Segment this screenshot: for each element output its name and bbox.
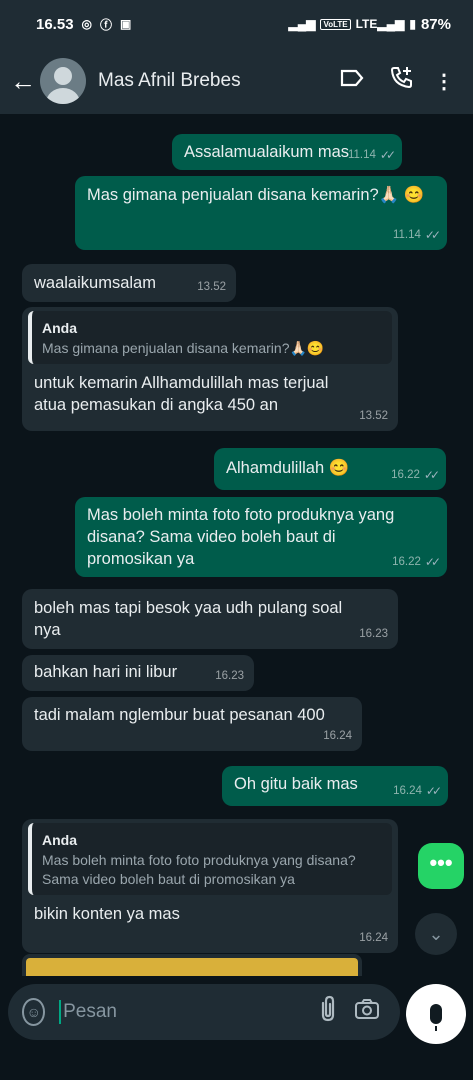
message-time: 16.24	[323, 730, 352, 742]
read-ticks-icon: ✓✓	[379, 148, 396, 162]
message-text: bikin konten ya mas	[34, 905, 180, 923]
message-bubble-incoming[interactable]: Anda Mas boleh minta foto foto produknya…	[22, 819, 398, 953]
message-time: 16.23	[359, 628, 388, 640]
read-ticks-icon: ✓✓	[423, 468, 440, 482]
avatar[interactable]	[40, 58, 86, 104]
contact-name[interactable]: Mas Afnil Brebes	[98, 70, 327, 92]
message-input[interactable]	[63, 1001, 309, 1023]
quoted-message[interactable]: Anda Mas boleh minta foto foto produknya…	[28, 823, 392, 895]
quote-text: Mas gimana penjualan disana kemarin?🙏🏻😊	[42, 340, 325, 356]
message-text: waalaikumsalam	[34, 274, 156, 292]
back-arrow-icon[interactable]: ←	[8, 66, 38, 97]
message-bubble-incoming[interactable]: tadi malam nglembur buat pesanan 400 16.…	[22, 697, 362, 751]
quoted-message[interactable]: Anda Mas gimana penjualan disana kemarin…	[28, 311, 392, 364]
message-text: bahkan hari ini libur	[34, 663, 178, 681]
microphone-icon	[430, 1004, 442, 1031]
sticker-icon[interactable]: ☺	[22, 998, 46, 1026]
message-time: 16.24	[359, 932, 388, 944]
scroll-down-button[interactable]: ⌄	[415, 913, 457, 955]
message-text: Alhamdulillah 😊	[226, 459, 350, 477]
message-time: 11.14 ✓✓	[393, 224, 441, 246]
status-time: 16.53	[36, 15, 74, 33]
chat-area[interactable]: Assalamualaikum mas 11.14 ✓✓ Mas gimana p…	[0, 114, 473, 976]
message-bubble-incoming[interactable]: boleh mas tapi besok yaa udh pulang soal…	[22, 589, 398, 649]
battery-percent: 87%	[420, 15, 451, 33]
message-input-container: ☺	[8, 984, 400, 1040]
more-actions-button[interactable]: •••	[418, 843, 464, 889]
message-time: 16.22 ✓✓	[392, 551, 441, 573]
camera-icon[interactable]	[347, 998, 386, 1026]
message-text: tadi malam nglembur buat pesanan 400	[34, 706, 325, 724]
status-bar: 16.53 ◎ ⓕ ▣ ▂▄▆ VoLTE LTE▂▄▆ ▮ 87%	[0, 0, 473, 48]
message-text: untuk kemarin Allhamdulillah mas terjual…	[34, 374, 329, 414]
message-time: 11.14 ✓✓	[348, 144, 396, 166]
image-message-preview[interactable]	[22, 954, 362, 976]
message-bubble-outgoing[interactable]: Mas boleh minta foto foto produknya yang…	[75, 497, 447, 577]
facebook-icon: ⓕ	[100, 17, 113, 32]
message-text: Mas gimana penjualan disana kemarin?🙏🏻 😊	[87, 186, 425, 204]
more-options-icon[interactable]: ⋮	[427, 69, 461, 94]
message-time: 13.52	[197, 281, 226, 293]
message-text: Assalamualaikum mas	[184, 143, 350, 161]
input-bar: ☺	[0, 976, 473, 1080]
read-ticks-icon: ✓✓	[424, 228, 441, 242]
message-text: boleh mas tapi besok yaa udh pulang soal…	[34, 599, 343, 639]
read-ticks-icon: ✓✓	[425, 784, 442, 798]
message-bubble-outgoing[interactable]: Mas gimana penjualan disana kemarin?🙏🏻 😊…	[75, 176, 447, 250]
message-text: Oh gitu baik mas	[234, 775, 358, 793]
message-time: 13.52	[359, 410, 388, 422]
message-bubble-outgoing[interactable]: Oh gitu baik mas 16.24 ✓✓	[222, 766, 448, 806]
message-bubble-incoming[interactable]: bahkan hari ini libur 16.23	[22, 655, 254, 691]
message-time: 16.24 ✓✓	[393, 780, 442, 802]
signal-icon: ▂▄▆	[288, 17, 316, 31]
message-text: Mas boleh minta foto foto produknya yang…	[87, 506, 395, 568]
quote-author: Anda	[42, 832, 77, 848]
add-call-icon[interactable]	[377, 65, 427, 97]
text-cursor	[59, 1000, 62, 1024]
volte-badge: VoLTE	[320, 18, 351, 30]
read-ticks-icon: ✓✓	[424, 555, 441, 569]
message-bubble-outgoing[interactable]: Assalamualaikum mas 11.14 ✓✓	[172, 134, 402, 170]
message-bubble-incoming[interactable]: waalaikumsalam 13.52	[22, 264, 236, 302]
microphone-button[interactable]	[406, 984, 466, 1044]
message-time: 16.22 ✓✓	[391, 464, 440, 486]
message-bubble-outgoing[interactable]: Alhamdulillah 😊 16.22 ✓✓	[214, 448, 446, 490]
battery-icon: ▮	[409, 17, 416, 31]
lte-signal-icon: LTE▂▄▆	[355, 17, 405, 31]
attach-paperclip-icon[interactable]	[308, 995, 347, 1029]
label-icon[interactable]	[327, 69, 377, 93]
chat-header: ← Mas Afnil Brebes ⋮	[0, 48, 473, 114]
image-thumbnail	[26, 958, 358, 976]
quote-author: Anda	[42, 320, 77, 336]
whatsapp-icon: ◎	[81, 17, 93, 31]
facebook-app-icon: ▣	[120, 17, 132, 31]
message-time: 16.23	[215, 670, 244, 682]
quote-text: Mas boleh minta foto foto produknya yang…	[42, 852, 356, 887]
message-bubble-incoming[interactable]: Anda Mas gimana penjualan disana kemarin…	[22, 307, 398, 431]
